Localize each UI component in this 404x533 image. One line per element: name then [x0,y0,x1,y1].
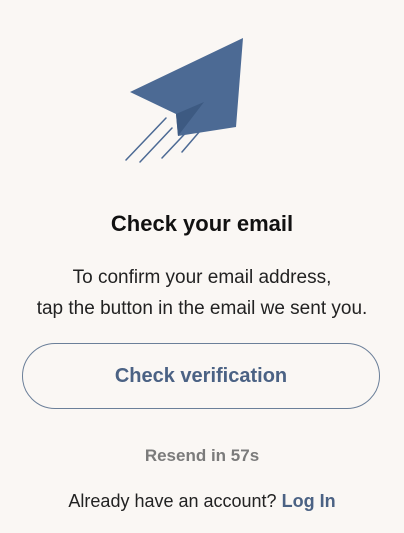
page-title: Check your email [110,211,294,236]
instruction-text: To confirm your email address, tap the b… [0,262,404,324]
verify-email-screen: Check your email To confirm your email a… [0,0,404,533]
instruction-line-1: To confirm your email address, [72,267,332,288]
instruction-line-2: tap the button in the email we sent you. [36,298,368,319]
login-prompt-text: Already have an account? [68,491,282,511]
resend-countdown: Resend in 57s [144,446,260,465]
paper-plane-icon [118,30,258,170]
login-link[interactable]: Log In [282,491,336,511]
check-verification-button[interactable]: Check verification [22,343,380,409]
login-prompt-row: Already have an account? Log In [0,488,404,514]
